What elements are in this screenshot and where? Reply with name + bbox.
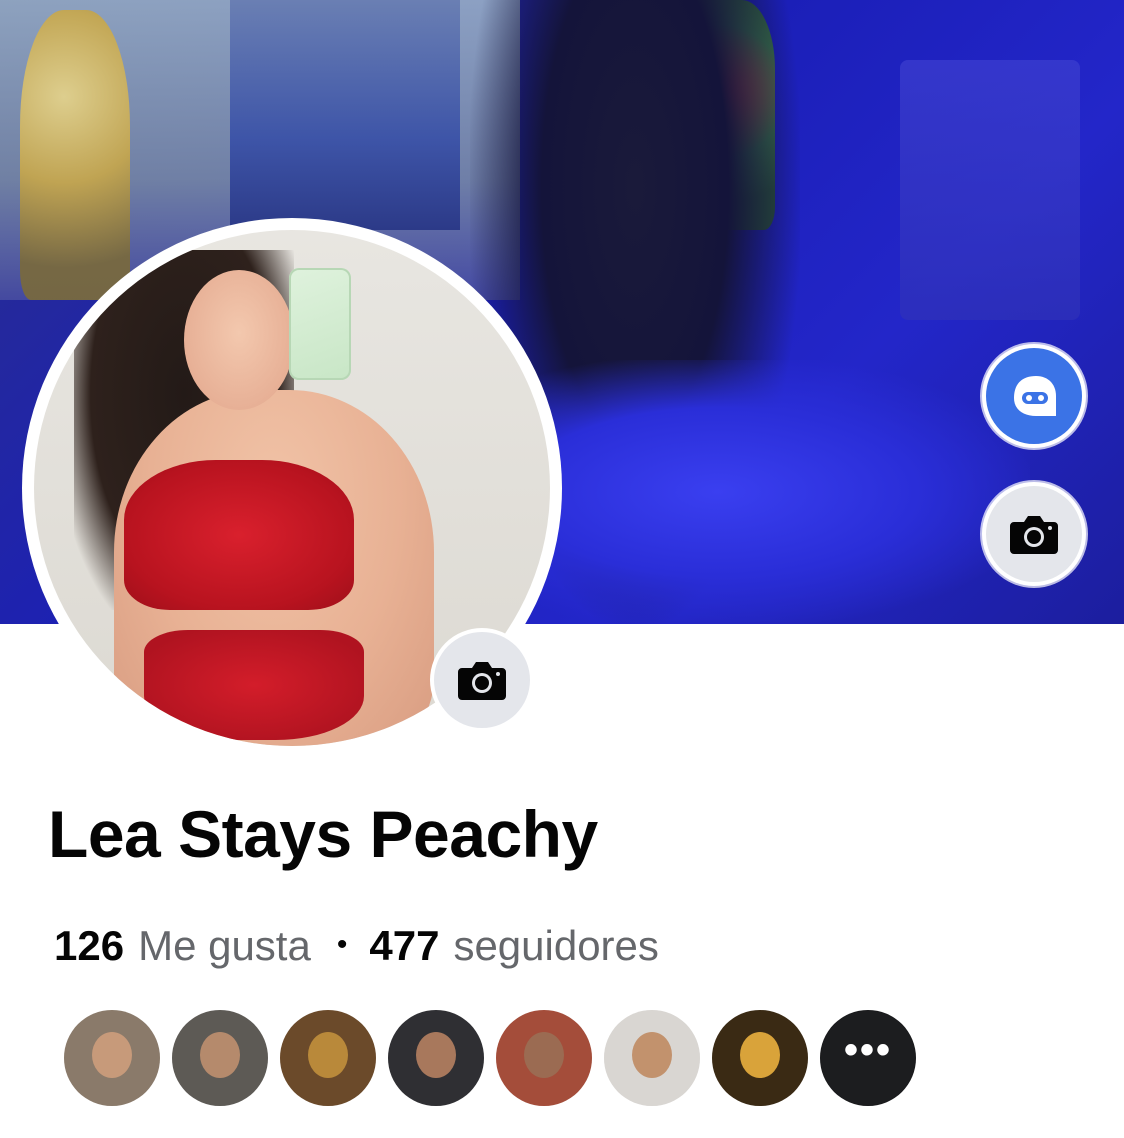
follower-avatar[interactable] bbox=[712, 1010, 808, 1106]
avatar-icon bbox=[1014, 376, 1056, 416]
followers-count[interactable]: 477 bbox=[369, 922, 439, 970]
likes-count[interactable]: 126 bbox=[54, 922, 124, 970]
cover-shelf bbox=[900, 60, 1080, 320]
page-title: Lea Stays Peachy bbox=[48, 797, 598, 871]
followers-preview: ••• bbox=[64, 1010, 916, 1106]
likes-label[interactable]: Me gusta bbox=[138, 922, 311, 970]
stats-separator: • bbox=[336, 928, 348, 961]
profile-camera-button[interactable] bbox=[430, 628, 534, 732]
follower-avatar[interactable] bbox=[280, 1010, 376, 1106]
profile-bottom bbox=[144, 630, 364, 740]
cover-figure-lower bbox=[510, 360, 1030, 624]
follower-avatar[interactable] bbox=[496, 1010, 592, 1106]
camera-icon bbox=[1010, 516, 1058, 554]
cover-camera-button[interactable] bbox=[982, 482, 1086, 586]
profile-camera-icon-wrap bbox=[434, 632, 530, 728]
profile-stats: 126 Me gusta • 477 seguidores bbox=[54, 922, 659, 970]
follower-avatar[interactable] bbox=[172, 1010, 268, 1106]
profile-phone bbox=[289, 268, 351, 380]
cover-camera-icon-wrap bbox=[986, 486, 1082, 582]
more-icon: ••• bbox=[843, 1027, 892, 1072]
avatar-button[interactable] bbox=[982, 344, 1086, 448]
followers-label[interactable]: seguidores bbox=[453, 922, 658, 970]
follower-avatar[interactable] bbox=[388, 1010, 484, 1106]
avatar-icon-wrap bbox=[986, 348, 1082, 444]
profile-top bbox=[124, 460, 354, 610]
profile-face bbox=[184, 270, 294, 410]
more-followers-button[interactable]: ••• bbox=[820, 1010, 916, 1106]
camera-icon bbox=[458, 662, 506, 700]
follower-avatar[interactable] bbox=[64, 1010, 160, 1106]
follower-avatar[interactable] bbox=[604, 1010, 700, 1106]
cover-tv-screen bbox=[230, 0, 460, 230]
